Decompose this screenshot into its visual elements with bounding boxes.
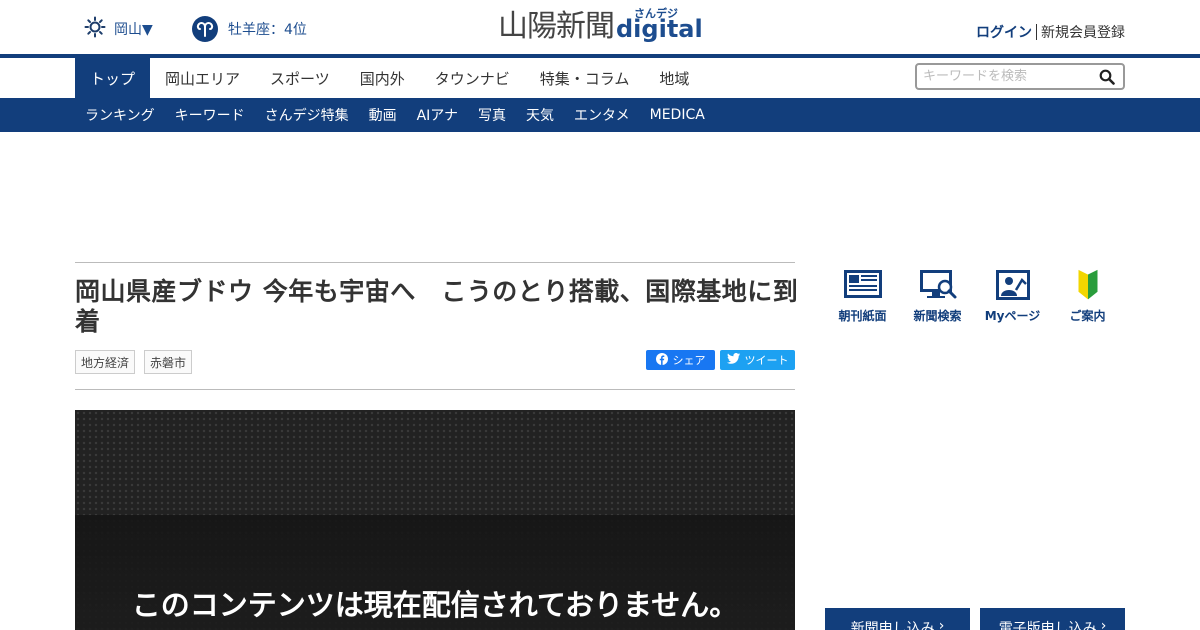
subnav-item-photo[interactable]: 写真 [468,98,516,132]
nav-item-region[interactable]: 地域 [644,58,704,98]
nav-item-townnavi[interactable]: タウンナビ [420,58,525,98]
video-unavailable-message: このコンテンツは現在配信されておりません。 [131,588,739,622]
horoscope-text[interactable]: 牡羊座：4位 [228,19,307,39]
nav-item-sports[interactable]: スポーツ [255,58,345,98]
apply-label: 新聞申し込み [850,621,935,630]
tweet-label: ツイート [744,354,789,367]
auth-links: ログイン 新規会員登録 [976,22,1125,42]
video-player[interactable]: このコンテンツは現在配信されておりません。 [75,410,795,630]
quick-link-newspaper-search[interactable]: 新聞検索 [900,268,975,324]
article-top-rule [75,262,795,263]
subnav-item-sandeji-special[interactable]: さんデジ特集 [255,98,359,132]
site-logo[interactable]: 山陽新聞 さんデジ digital [498,7,703,45]
search-icon[interactable] [1099,69,1115,89]
article-title: 岡山県産ブドウ 今年も宇宙へ こうのとり搭載、国際基地に到着 [75,277,799,336]
quick-link-label: 新聞検索 [913,309,962,323]
logo-jp-text: 山陽新聞 [498,9,615,44]
nav-item-domestic-world[interactable]: 国内外 [345,58,420,98]
tag-regional-economy[interactable]: 地方経済 [75,350,136,374]
aries-icon [192,16,218,42]
subnav-item-medica[interactable]: MEDICA [640,98,715,132]
quick-links: 朝刊紙面 新聞検索 Myページ ご案内 [825,268,1125,324]
newspaper-subscribe-button[interactable]: 新聞申し込み › [825,608,970,630]
facebook-share-button[interactable]: シェア [646,350,715,370]
quick-link-label: ご案内 [1069,309,1106,323]
quick-link-morning-paper[interactable]: 朝刊紙面 [825,268,900,324]
register-link[interactable]: 新規会員登録 [1041,22,1125,42]
subnav-item-ranking[interactable]: ランキング [75,98,165,132]
site-header: 岡山▼ 牡羊座：4位 山陽新聞 さんデジ digital ログイン 新規会員登録 [0,0,1200,54]
apply-label: 電子版申し込み [998,621,1097,630]
quick-link-mypage[interactable]: Myページ [975,268,1050,324]
search-input[interactable] [917,65,1093,88]
search-monitor-icon [919,270,956,299]
chevron-right-icon: › [938,618,945,630]
logo-digital-block: さんデジ digital [616,7,703,45]
nav-item-okayama-area[interactable]: 岡山エリア [150,58,255,98]
quick-link-label: Myページ [984,309,1041,323]
subnav-item-weather[interactable]: 天気 [516,98,564,132]
digital-subscribe-button[interactable]: 電子版申し込み › [980,608,1125,630]
horoscope-widget[interactable]: 牡羊座：4位 [192,16,307,42]
nav-item-features[interactable]: 特集・コラム [525,58,645,98]
weather-region[interactable]: 岡山▼ [114,19,153,39]
twitter-bird-icon [726,353,740,367]
login-link[interactable]: ログイン [976,22,1032,42]
quick-link-guide[interactable]: ご案内 [1050,268,1125,324]
subnav-item-video[interactable]: 動画 [359,98,407,132]
subnav-item-keyword[interactable]: キーワード [165,98,255,132]
facebook-icon [655,352,668,368]
logo-sandeji-text: さんデジ [634,7,678,20]
mypage-icon [995,270,1030,300]
article-header-bottom-rule [75,389,795,390]
quick-link-label: 朝刊紙面 [838,309,887,323]
chevron-right-icon: › [1100,618,1107,630]
subnav-item-ai-announcer[interactable]: AIアナ [407,98,468,132]
tag-akaiwa-city[interactable]: 赤磐市 [144,350,193,374]
auth-divider [1036,24,1037,40]
subnav-item-entame[interactable]: エンタメ [564,98,640,132]
article-tags: 地方経済 赤磐市 [75,350,193,374]
twitter-tweet-button[interactable]: ツイート [720,350,795,370]
share-label: シェア [672,354,706,367]
weather-widget[interactable]: 岡山▼ [84,16,153,42]
newspaper-icon [843,270,882,298]
beginner-mark-icon [1077,268,1098,301]
search-box [915,63,1125,90]
nav-item-top[interactable]: トップ [75,58,151,98]
sun-icon [84,16,106,42]
main-nav: トップ 岡山エリア スポーツ 国内外 タウンナビ 特集・コラム 地域 [75,58,704,98]
sub-nav: ランキング キーワード さんデジ特集 動画 AIアナ 写真 天気 エンタメ ME… [0,98,1200,132]
